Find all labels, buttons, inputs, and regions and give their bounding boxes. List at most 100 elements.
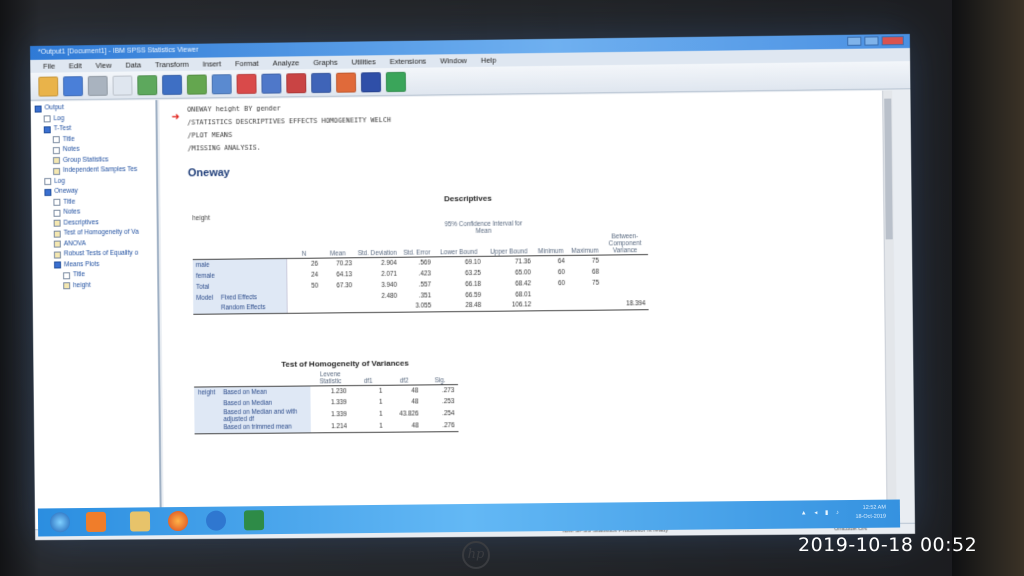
variables-icon[interactable]: [286, 72, 307, 93]
output-content[interactable]: ➜ ONEWAY height BY gender /STATISTICS DE…: [159, 90, 887, 529]
excel-icon[interactable]: [243, 510, 265, 531]
table-cell: 75: [592, 279, 600, 287]
row-sublabel: Based on trimmed mean: [219, 421, 312, 434]
menu-utilities[interactable]: Utilities: [345, 55, 383, 68]
table-cell: 1.339: [330, 398, 347, 406]
table-cell: .273: [441, 386, 455, 395]
descriptives-title: Descriptives: [444, 193, 492, 204]
table-cell: [321, 301, 356, 314]
nav-item-label: Group Statistics: [62, 155, 109, 164]
procedure-title: Oneway: [187, 166, 230, 180]
taskbar-clock[interactable]: 12:52 AM 18-Oct-2019: [855, 504, 886, 522]
table-cell: 68: [592, 268, 600, 276]
menu-format[interactable]: Format: [228, 57, 266, 70]
row-label: height: [194, 386, 220, 399]
table-cell: 2.480: [381, 292, 398, 300]
menu-insert[interactable]: Insert: [196, 57, 229, 70]
nav-item-label: Means Plots: [63, 260, 100, 268]
syntax-line: /MISSING ANALYSIS.: [187, 143, 261, 153]
nav-item-label: height: [73, 281, 91, 289]
doc-icon: [63, 272, 71, 280]
menu-window[interactable]: Window: [433, 54, 474, 68]
table-cell: 68.01: [515, 290, 532, 299]
nav-item[interactable]: Test of Homogeneity of Va: [32, 228, 157, 240]
row-label: Model: [193, 292, 218, 304]
doc-icon: [52, 136, 60, 144]
add-icon[interactable]: [385, 71, 406, 92]
doc-icon: [44, 178, 52, 186]
table-icon: [52, 157, 60, 165]
table-cell: 50: [311, 282, 319, 290]
menu-graphs[interactable]: Graphs: [306, 56, 345, 69]
menu-file[interactable]: File: [36, 60, 62, 73]
menu-edit[interactable]: Edit: [62, 59, 89, 72]
export-icon[interactable]: [137, 74, 158, 95]
media-player-icon[interactable]: [85, 511, 107, 533]
hp-logo: hp: [462, 541, 490, 569]
use-sets-icon[interactable]: [311, 72, 332, 93]
recall-dialog-icon[interactable]: [162, 74, 183, 95]
nav-item-label: Title: [63, 198, 76, 206]
menu-analyze[interactable]: Analyze: [266, 56, 307, 70]
table-cell: 60: [558, 279, 566, 287]
table-cell: [534, 288, 568, 299]
save-icon[interactable]: [63, 75, 84, 96]
column-header: Std. Error: [399, 235, 434, 258]
table-cell: 67.30: [336, 281, 353, 289]
maximize-button[interactable]: [864, 36, 879, 46]
close-button[interactable]: [881, 36, 904, 46]
nav-item-label: Title: [62, 135, 75, 143]
goto-case-icon[interactable]: [261, 73, 282, 94]
homogeneity-title: Test of Homogeneity of Variances: [281, 358, 409, 369]
table-cell: [602, 266, 648, 278]
table-cell: [602, 255, 648, 267]
nav-item[interactable]: height: [33, 280, 158, 292]
table-cell: .557: [418, 280, 432, 289]
designate-window-icon[interactable]: [360, 71, 382, 92]
spss-icon[interactable]: [205, 510, 227, 531]
firefox-icon[interactable]: [167, 510, 189, 532]
print-icon[interactable]: [87, 75, 108, 96]
table-cell: 63.25: [465, 269, 481, 277]
menu-view[interactable]: View: [89, 59, 119, 72]
print-preview-icon[interactable]: [112, 74, 133, 96]
book-icon: [43, 126, 51, 134]
table-cell: 106.12: [484, 299, 535, 312]
table-cell: 1: [350, 421, 387, 433]
system-tray-icons[interactable]: ▲ ◂ ▮ ♪: [801, 509, 842, 516]
minimize-button[interactable]: [847, 36, 862, 46]
nav-item-label: Log: [53, 114, 65, 122]
row-sublabel: [217, 269, 288, 282]
scrollbar-thumb[interactable]: [884, 98, 893, 240]
row-sublabel: [217, 258, 288, 271]
table-cell: 28.48: [434, 300, 485, 312]
menu-data[interactable]: Data: [118, 58, 148, 71]
menu-extensions[interactable]: Extensions: [383, 54, 434, 68]
syntax-block: ONEWAY height BY gender /STATISTICS DESC…: [187, 101, 391, 155]
table-cell: 1.230: [330, 387, 347, 396]
descriptives-table[interactable]: 95% Confidence Interval for Mean N Mean St…: [192, 219, 649, 315]
open-folder-icon[interactable]: [38, 75, 59, 97]
start-button-icon[interactable]: [49, 512, 71, 533]
menu-transform[interactable]: Transform: [148, 58, 196, 72]
row-sublabel: Based on Median and with adjusted df: [219, 407, 311, 423]
table-cell: [602, 277, 648, 289]
show-all-icon[interactable]: [335, 72, 357, 93]
table-cell: 1.214: [310, 421, 351, 433]
row-label: Total: [192, 281, 218, 293]
column-header: Maximum: [567, 233, 602, 256]
menu-help[interactable]: Help: [474, 54, 504, 67]
table-cell: 71.36: [515, 258, 531, 266]
goto-data-icon[interactable]: [236, 73, 257, 94]
nav-item-label: Robust Tests of Equality o: [63, 249, 139, 258]
table-cell: 24: [311, 271, 319, 279]
table-cell: 65.00: [515, 268, 532, 277]
descriptives-variable-label: height: [192, 214, 210, 223]
file-explorer-icon[interactable]: [129, 511, 151, 532]
homogeneity-table[interactable]: Levene Statistic df1 df2 Sig. height Based o…: [193, 370, 459, 434]
table-cell: 3.055: [400, 300, 435, 313]
redo-icon[interactable]: [211, 73, 232, 94]
undo-icon[interactable]: [186, 73, 207, 95]
output-navigator[interactable]: Output Log T-Test Title Notes Group Statistic…: [30, 100, 162, 530]
nav-item-label: ANOVA: [63, 239, 86, 247]
